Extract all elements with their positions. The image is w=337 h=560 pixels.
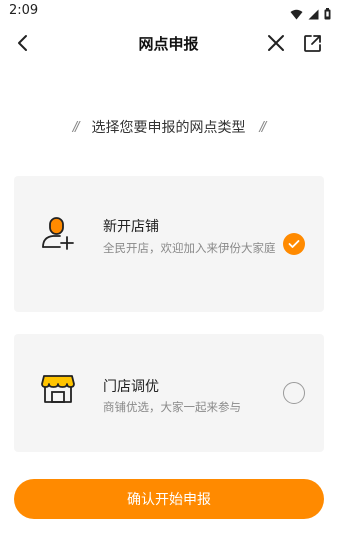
add-user-icon	[40, 215, 76, 251]
decorative-slashes-right: //	[259, 119, 267, 135]
battery-icon	[324, 5, 331, 24]
option-title: 新开店铺	[103, 219, 159, 235]
storefront-icon	[40, 371, 76, 407]
option-title: 门店调优	[103, 379, 159, 395]
radio-unselected-icon[interactable]	[283, 382, 305, 404]
option-new-store[interactable]: 新开店铺 全民开店，欢迎加入来伊份大家庭	[14, 176, 324, 312]
status-bar: 2:09	[0, 0, 337, 24]
option-description: 商铺优选，大家一起来参与	[103, 400, 241, 414]
navigation-bar: 网点申报	[0, 24, 337, 62]
signal-icon	[308, 5, 319, 24]
option-store-optimize[interactable]: 门店调优 商铺优选，大家一起来参与	[14, 334, 324, 452]
confirm-start-report-button[interactable]: 确认开始申报	[14, 479, 324, 519]
radio-selected-check-icon[interactable]	[283, 233, 305, 255]
close-icon[interactable]	[263, 30, 289, 56]
status-icons	[290, 5, 331, 24]
prompt-row: // 选择您要申报的网点类型 //	[0, 117, 337, 137]
wifi-icon	[290, 5, 303, 24]
status-time: 2:09	[9, 3, 39, 18]
share-external-icon[interactable]	[299, 30, 325, 56]
prompt-text: 选择您要申报的网点类型	[91, 120, 246, 136]
decorative-slashes-left: //	[72, 119, 80, 135]
option-description: 全民开店，欢迎加入来伊份大家庭	[103, 241, 276, 255]
